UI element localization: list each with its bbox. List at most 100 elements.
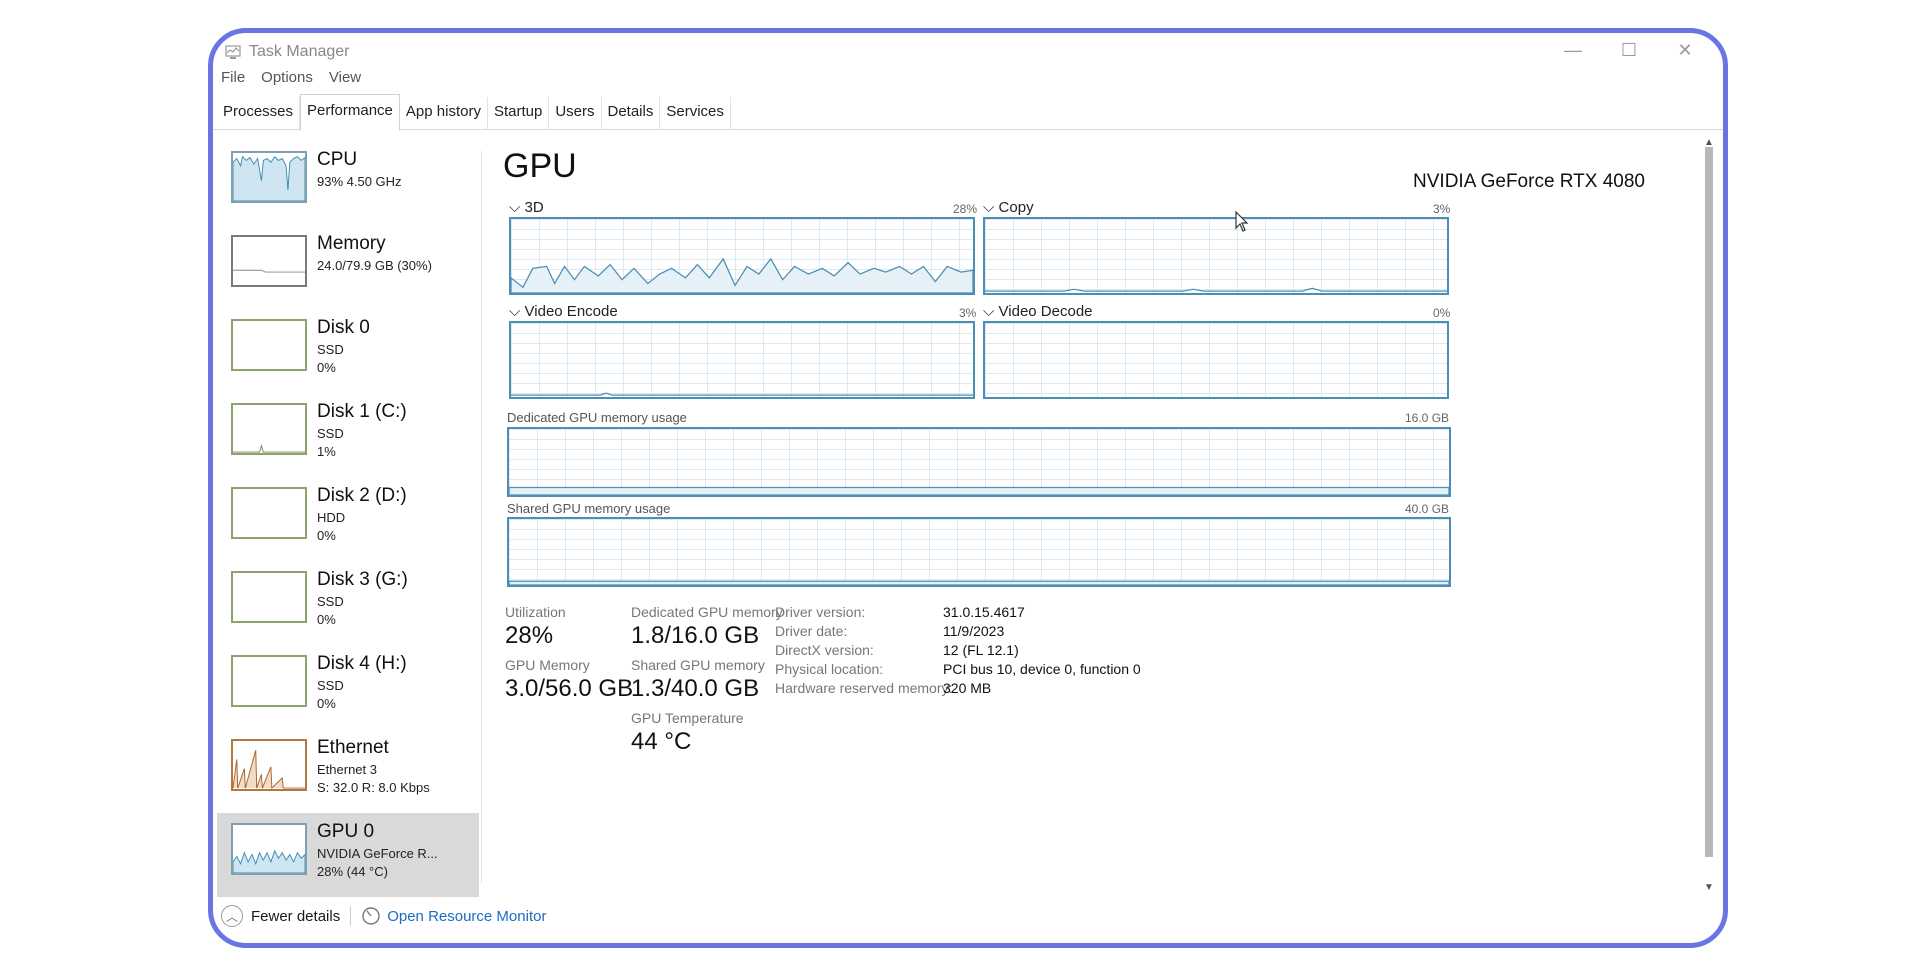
sidebar-item-disk-1[interactable]: Disk 1 (C:) SSD 1% bbox=[217, 393, 479, 477]
chevron-down-icon: ⌵ bbox=[983, 199, 999, 216]
chevron-down-icon: ⌵ bbox=[509, 199, 525, 216]
driver-version-value: 31.0.15.4617 bbox=[943, 604, 1025, 620]
directx-version-key: DirectX version: bbox=[775, 642, 874, 658]
engine-video-decode-percent: 0% bbox=[1433, 306, 1451, 320]
driver-version-key: Driver version: bbox=[775, 604, 866, 620]
dedicated-gpu-memory-label: Dedicated GPU memory bbox=[631, 604, 783, 620]
tab-details[interactable]: Details bbox=[602, 97, 661, 129]
disk-0-thumbnail-graph bbox=[231, 319, 307, 371]
dedicated-gpu-memory-value: 1.8/16.0 GB bbox=[631, 622, 760, 649]
sidebar-item-name: CPU bbox=[317, 149, 358, 170]
sidebar-item-disk-3[interactable]: Disk 3 (G:) SSD 0% bbox=[217, 561, 479, 645]
physical-location-value: PCI bus 10, device 0, function 0 bbox=[943, 661, 1141, 677]
tab-users[interactable]: Users bbox=[549, 97, 602, 129]
gpu-memory-value: 3.0/56.0 GB bbox=[505, 675, 634, 702]
sidebar-divider bbox=[481, 151, 482, 883]
sidebar-item-detail: SSD 0% bbox=[317, 342, 344, 375]
sidebar-item-name: Disk 3 (G:) bbox=[317, 569, 408, 590]
sidebar-item-detail: SSD 0% bbox=[317, 678, 344, 711]
engine-video-encode-label[interactable]: ⌵ Video Encode bbox=[509, 303, 618, 320]
sidebar-item-disk-4[interactable]: Disk 4 (H:) SSD 0% bbox=[217, 645, 479, 729]
engine-copy-graph bbox=[983, 217, 1449, 295]
sidebar-item-name: Disk 0 bbox=[317, 317, 370, 338]
dedicated-memory-graph-max: 16.0 GB bbox=[1405, 411, 1450, 425]
maximize-button[interactable]: ☐ bbox=[1601, 35, 1657, 65]
hardware-reserved-memory-key: Hardware reserved memory: bbox=[775, 680, 953, 696]
sidebar-item-ethernet[interactable]: Ethernet Ethernet 3 S: 32.0 R: 8.0 Kbps bbox=[217, 729, 479, 813]
resource-sidebar: CPU 93% 4.50 GHz Memory 24.0/79.9 GB (30… bbox=[217, 141, 479, 897]
minimize-button[interactable]: — bbox=[1545, 35, 1601, 65]
sidebar-item-name: GPU 0 bbox=[317, 821, 375, 842]
sidebar-item-detail: SSD 1% bbox=[317, 426, 344, 459]
open-resource-monitor-link[interactable]: Open Resource Monitor bbox=[387, 908, 546, 925]
page-title: GPU bbox=[503, 147, 577, 185]
sidebar-item-name: Disk 1 (C:) bbox=[317, 401, 407, 422]
engine-video-encode-percent: 3% bbox=[959, 306, 977, 320]
tab-performance[interactable]: Performance bbox=[300, 94, 400, 131]
utilization-label: Utilization bbox=[505, 604, 566, 620]
chevron-down-icon: ⌵ bbox=[983, 303, 999, 320]
shared-gpu-memory-value: 1.3/40.0 GB bbox=[631, 675, 760, 702]
memory-thumbnail-graph bbox=[231, 235, 307, 287]
gpu-model-name: NVIDIA GeForce RTX 4080 bbox=[1413, 171, 1645, 192]
dedicated-memory-graph bbox=[507, 427, 1451, 497]
engine-video-decode-label[interactable]: ⌵ Video Decode bbox=[983, 303, 1093, 320]
task-manager-icon bbox=[225, 45, 241, 59]
tab-startup[interactable]: Startup bbox=[488, 97, 550, 129]
resource-monitor-icon bbox=[362, 907, 380, 925]
gpu-temperature-value: 44 °C bbox=[631, 728, 692, 755]
window-title: Task Manager bbox=[249, 43, 350, 60]
sidebar-item-detail: 93% 4.50 GHz bbox=[317, 174, 402, 189]
shared-memory-graph bbox=[507, 517, 1451, 587]
menu-bar: File Options View bbox=[221, 69, 361, 86]
sidebar-item-detail: HDD 0% bbox=[317, 510, 346, 543]
ethernet-thumbnail-graph bbox=[231, 739, 307, 791]
scrollbar-thumb[interactable] bbox=[1705, 147, 1713, 857]
window-frame: Task Manager — ☐ ✕ File Options View Pro… bbox=[208, 28, 1728, 948]
shared-memory-graph-max: 40.0 GB bbox=[1405, 502, 1450, 516]
sidebar-item-detail: SSD 0% bbox=[317, 594, 344, 627]
chevron-down-icon: ⌵ bbox=[509, 303, 525, 320]
tab-app-history[interactable]: App history bbox=[400, 97, 488, 129]
engine-video-decode-graph bbox=[983, 321, 1449, 399]
engine-3d-label[interactable]: ⌵ 3D bbox=[509, 199, 544, 216]
gpu-temperature-label: GPU Temperature bbox=[631, 710, 744, 726]
physical-location-key: Physical location: bbox=[775, 661, 884, 677]
engine-copy-percent: 3% bbox=[1433, 202, 1451, 216]
cpu-thumbnail-graph bbox=[231, 151, 307, 203]
sidebar-item-detail: Ethernet 3 S: 32.0 R: 8.0 Kbps bbox=[317, 762, 430, 795]
shared-gpu-memory-label: Shared GPU memory bbox=[631, 657, 765, 673]
tab-processes[interactable]: Processes bbox=[217, 97, 301, 129]
tab-bar: Processes Performance App history Startu… bbox=[213, 94, 1723, 131]
disk-4-thumbnail-graph bbox=[231, 655, 307, 707]
footer-divider bbox=[350, 906, 352, 926]
engine-3d-graph bbox=[509, 217, 975, 295]
mouse-cursor-icon bbox=[1235, 211, 1249, 232]
sidebar-item-cpu[interactable]: CPU 93% 4.50 GHz bbox=[217, 141, 479, 225]
menu-file[interactable]: File bbox=[221, 69, 245, 86]
vertical-scrollbar[interactable]: ▲ ▼ bbox=[1703, 137, 1715, 893]
menu-view[interactable]: View bbox=[329, 69, 361, 86]
utilization-value: 28% bbox=[505, 622, 554, 649]
close-button[interactable]: ✕ bbox=[1657, 35, 1713, 65]
driver-date-key: Driver date: bbox=[775, 623, 848, 639]
sidebar-item-disk-2[interactable]: Disk 2 (D:) HDD 0% bbox=[217, 477, 479, 561]
engine-video-encode-graph bbox=[509, 321, 975, 399]
engine-3d-percent: 28% bbox=[953, 202, 978, 216]
scroll-down-icon[interactable]: ▼ bbox=[1703, 882, 1715, 893]
menu-options[interactable]: Options bbox=[261, 69, 313, 86]
engine-copy-label[interactable]: ⌵ Copy bbox=[983, 199, 1034, 216]
sidebar-item-name: Ethernet bbox=[317, 737, 389, 758]
fewer-details-button[interactable]: Fewer details bbox=[251, 908, 340, 925]
gpu-memory-label: GPU Memory bbox=[505, 657, 590, 673]
chevron-up-icon[interactable]: ︿ bbox=[221, 905, 243, 927]
sidebar-item-disk-0[interactable]: Disk 0 SSD 0% bbox=[217, 309, 479, 393]
gpu-thumbnail-graph bbox=[231, 823, 307, 875]
footer-bar: ︿ Fewer details Open Resource Monitor bbox=[221, 901, 546, 931]
sidebar-item-gpu-0[interactable]: GPU 0 NVIDIA GeForce R... 28% (44 °C) bbox=[217, 813, 479, 897]
tab-services[interactable]: Services bbox=[660, 97, 731, 129]
disk-1-thumbnail-graph bbox=[231, 403, 307, 455]
window-controls: — ☐ ✕ bbox=[1545, 35, 1713, 65]
dedicated-memory-graph-label: Dedicated GPU memory usage bbox=[507, 410, 687, 425]
sidebar-item-memory[interactable]: Memory 24.0/79.9 GB (30%) bbox=[217, 225, 479, 309]
